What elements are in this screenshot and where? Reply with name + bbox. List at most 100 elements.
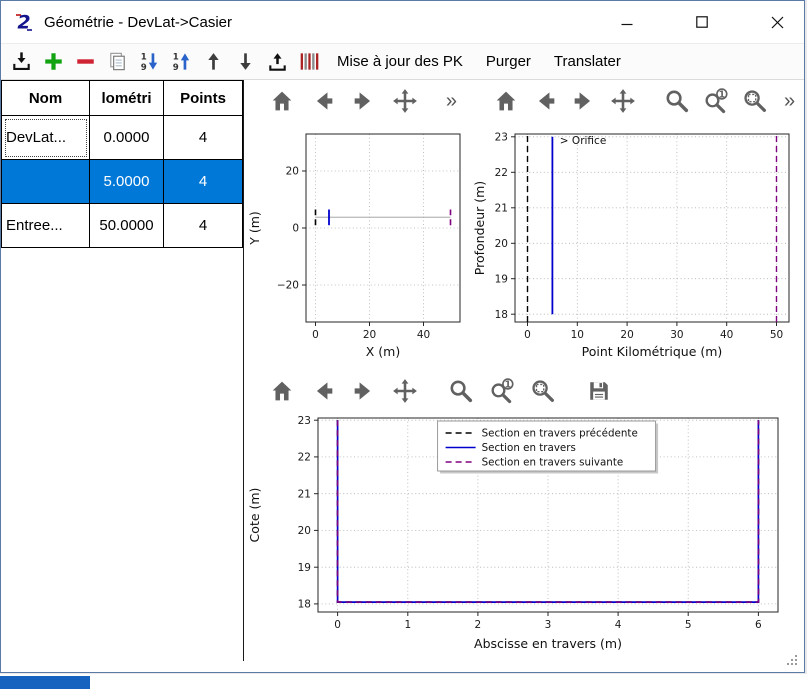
svg-text:19: 19	[298, 562, 311, 574]
svg-text:21: 21	[495, 202, 508, 214]
svg-text:Point Kilométrique (m): Point Kilométrique (m)	[582, 344, 723, 359]
cross-section-panel: 1 0123456181920212223Abscisse en travers…	[244, 370, 804, 661]
translate-button[interactable]: Translater	[545, 48, 630, 76]
svg-text:1: 1	[173, 53, 179, 63]
copy-icon[interactable]	[104, 48, 131, 76]
sort-desc-icon[interactable]: 19	[136, 48, 163, 76]
table-cell[interactable]: 4	[164, 204, 243, 248]
svg-text:1: 1	[719, 89, 726, 100]
home-icon[interactable]	[267, 86, 297, 116]
table-cell[interactable]: 5.0000	[90, 160, 164, 204]
home-icon[interactable]	[267, 376, 297, 406]
import-icon[interactable]	[8, 48, 35, 76]
svg-text:20: 20	[495, 238, 508, 250]
sort-asc-icon[interactable]: 19	[168, 48, 195, 76]
forward-icon[interactable]	[349, 376, 379, 406]
svg-text:50: 50	[770, 329, 783, 341]
svg-text:> Orifice: > Orifice	[560, 135, 606, 147]
remove-icon[interactable]	[72, 48, 99, 76]
table-cell[interactable]: 4	[164, 160, 243, 204]
svg-text:9: 9	[141, 63, 147, 73]
svg-text:20: 20	[620, 329, 633, 341]
svg-text:40: 40	[720, 329, 733, 341]
pk-stripes-icon[interactable]	[296, 48, 323, 76]
save-icon[interactable]	[584, 376, 614, 406]
table-cell[interactable]: 50.0000	[90, 204, 164, 248]
svg-text:Section en travers suivante: Section en travers suivante	[482, 457, 624, 469]
svg-text:22: 22	[298, 452, 311, 464]
profile-plot[interactable]: 01020304050181920212223Point Kilométriqu…	[471, 122, 804, 369]
svg-text:6: 6	[755, 619, 762, 631]
update-pk-button[interactable]: Mise à jour des PK	[328, 48, 472, 76]
export-icon[interactable]	[264, 48, 291, 76]
titlebar[interactable]: 2 Géométrie - DevLat->Casier	[1, 1, 804, 43]
svg-text:0: 0	[524, 329, 531, 341]
svg-text:Cote (m): Cote (m)	[247, 488, 262, 543]
zoom-one-icon[interactable]: 1	[487, 376, 517, 406]
svg-text:−20: −20	[277, 280, 299, 292]
pan-icon[interactable]	[609, 86, 637, 116]
main-content: NomlométriPointsDevLat...0.000045.00004E…	[1, 80, 804, 661]
home-icon[interactable]	[492, 86, 520, 116]
resize-grip[interactable]	[784, 652, 799, 667]
maximize-button[interactable]	[679, 1, 725, 43]
svg-text:18: 18	[298, 599, 311, 611]
table-cell[interactable]: 0.0000	[90, 116, 164, 160]
table-cell[interactable]: Entree...	[2, 204, 90, 248]
svg-text:20: 20	[298, 525, 311, 537]
zoom-one-icon[interactable]: 1	[702, 86, 730, 116]
app-icon: 2	[13, 11, 35, 33]
svg-text:0: 0	[312, 329, 319, 341]
move-down-icon[interactable]	[232, 48, 259, 76]
svg-text:10: 10	[571, 329, 584, 341]
column-header-1[interactable]: lométri	[90, 81, 164, 116]
table-row[interactable]: DevLat...0.00004	[2, 116, 243, 160]
svg-text:3: 3	[545, 619, 552, 631]
table-cell[interactable]	[2, 160, 90, 204]
profile-panel: 1» 01020304050181920212223Point Kilométr…	[469, 80, 804, 370]
back-icon[interactable]	[308, 376, 338, 406]
cross-section-plot[interactable]: 0123456181920212223Abscisse en travers (…	[246, 412, 804, 661]
zoom-icon[interactable]	[663, 86, 691, 116]
taskbar-item[interactable]	[0, 676, 90, 689]
back-icon[interactable]	[308, 86, 338, 116]
table-cell[interactable]: DevLat...	[2, 116, 90, 160]
svg-text:20: 20	[286, 166, 299, 178]
table-row[interactable]: Entree...50.00004	[2, 204, 243, 248]
svg-text:Section en travers: Section en travers	[482, 442, 576, 454]
svg-text:23: 23	[495, 131, 508, 143]
forward-icon[interactable]	[349, 86, 379, 116]
table-cell[interactable]: 4	[164, 116, 243, 160]
svg-text:0: 0	[334, 619, 341, 631]
minimize-button[interactable]	[604, 1, 650, 43]
zoom-rect-icon[interactable]	[741, 86, 769, 116]
plan-view-panel: » 02040−20020X (m)Y (m)	[244, 80, 469, 370]
svg-text:Section en travers précédente: Section en travers précédente	[482, 428, 638, 440]
svg-text:0: 0	[292, 223, 299, 235]
forward-icon[interactable]	[570, 86, 598, 116]
plan-view-plot[interactable]: 02040−20020X (m)Y (m)	[246, 122, 469, 369]
pan-icon[interactable]	[390, 86, 420, 116]
profile-toolbar: 1»	[469, 80, 804, 122]
add-icon[interactable]	[40, 48, 67, 76]
svg-text:Profondeur (m): Profondeur (m)	[472, 181, 487, 275]
svg-text:22: 22	[495, 167, 508, 179]
back-icon[interactable]	[531, 86, 559, 116]
plan-view-toolbar: »	[244, 80, 469, 122]
toolbar-overflow-button[interactable]: »	[442, 91, 461, 111]
sections-table-panel: NomlométriPointsDevLat...0.000045.00004E…	[1, 80, 244, 661]
svg-text:9: 9	[173, 63, 179, 73]
toolbar-overflow-button[interactable]: »	[780, 91, 799, 111]
purge-button[interactable]: Purger	[477, 48, 540, 76]
zoom-icon[interactable]	[446, 376, 476, 406]
zoom-rect-icon[interactable]	[528, 376, 558, 406]
table-row[interactable]: 5.00004	[2, 160, 243, 204]
pan-icon[interactable]	[390, 376, 420, 406]
column-header-0[interactable]: Nom	[2, 81, 90, 116]
app-window: 2 Géométrie - DevLat->Casier 1919Mise à …	[0, 0, 805, 673]
close-button[interactable]	[754, 1, 800, 43]
move-up-icon[interactable]	[200, 48, 227, 76]
svg-text:Abscisse en travers (m): Abscisse en travers (m)	[474, 636, 622, 651]
column-header-2[interactable]: Points	[164, 81, 243, 116]
svg-text:1: 1	[404, 619, 411, 631]
